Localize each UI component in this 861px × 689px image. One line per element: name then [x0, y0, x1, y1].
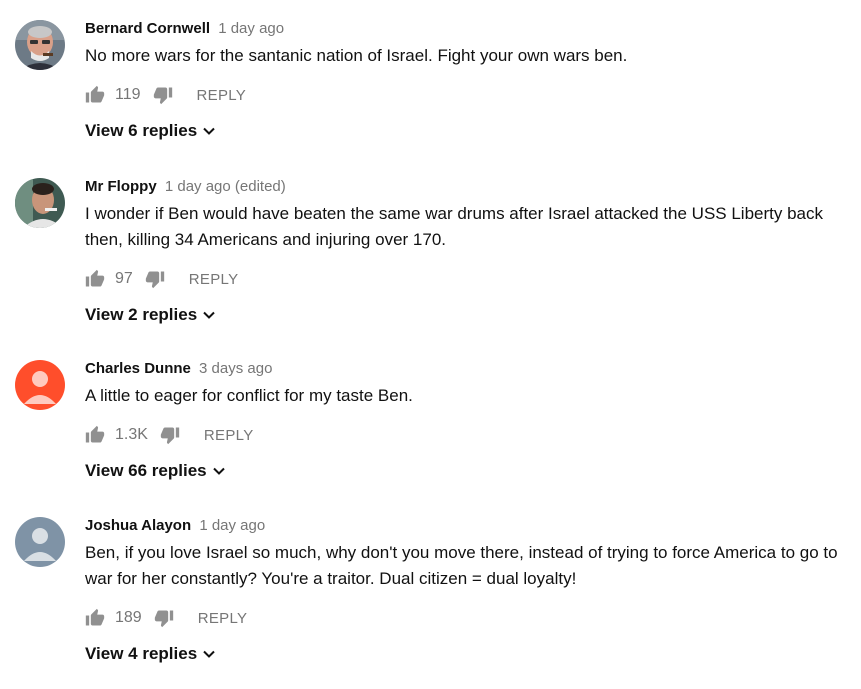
avatar[interactable]: [15, 517, 65, 567]
view-replies-label: View 2 replies: [85, 305, 198, 324]
view-replies-button[interactable]: View 4 replies: [85, 642, 215, 666]
comment-time[interactable]: 1 day ago: [218, 20, 284, 37]
chevron-down-icon: [212, 467, 225, 475]
reply-button[interactable]: REPLY: [204, 427, 254, 444]
avatar-photo: [15, 20, 65, 70]
comment-text: No more wars for the santanic nation of …: [85, 46, 628, 65]
thumbs-down-icon[interactable]: [153, 85, 173, 105]
thumbs-down-icon[interactable]: [154, 608, 174, 628]
comment-actions: 119 REPLY: [85, 83, 841, 107]
comment-time[interactable]: 3 days ago: [199, 360, 272, 377]
like-count: 97: [115, 270, 133, 287]
avatar-photo: [15, 178, 65, 228]
view-replies-label: View 6 replies: [85, 121, 198, 140]
thumbs-up-icon[interactable]: [85, 608, 105, 628]
avatar[interactable]: [15, 178, 65, 228]
default-avatar-icon: [15, 360, 65, 410]
avatar[interactable]: [15, 20, 65, 70]
comment-actions: 97 REPLY: [85, 267, 841, 291]
comment-text: A little to eager for conflict for my ta…: [85, 386, 413, 405]
reply-button[interactable]: REPLY: [197, 87, 247, 104]
like-count: 119: [115, 86, 141, 103]
comment-time[interactable]: 1 day ago: [199, 517, 265, 534]
chevron-down-icon: [203, 650, 215, 658]
view-replies-button[interactable]: View 6 replies: [85, 119, 215, 143]
comment-actions: 189 REPLY: [85, 606, 841, 630]
thumbs-down-icon[interactable]: [145, 269, 165, 289]
comment-text: Ben, if you love Israel so much, why don…: [85, 543, 838, 588]
view-replies-button[interactable]: View 66 replies: [85, 459, 225, 483]
comment-actions: 1.3K REPLY: [85, 423, 841, 447]
avatar[interactable]: [15, 360, 65, 410]
author-name[interactable]: Charles Dunne: [85, 360, 191, 377]
reply-button[interactable]: REPLY: [189, 271, 239, 288]
author-name[interactable]: Bernard Cornwell: [85, 20, 210, 37]
like-count: 189: [115, 609, 142, 626]
author-name[interactable]: Mr Floppy: [85, 178, 157, 195]
comment-text: I wonder if Ben would have beaten the sa…: [85, 204, 823, 249]
author-name[interactable]: Joshua Alayon: [85, 517, 191, 534]
view-replies-label: View 4 replies: [85, 644, 198, 663]
reply-button[interactable]: REPLY: [198, 610, 248, 627]
chevron-down-icon: [203, 311, 215, 319]
thumbs-up-icon[interactable]: [85, 85, 105, 105]
comment-time[interactable]: 1 day ago (edited): [165, 178, 286, 195]
thumbs-down-icon[interactable]: [160, 425, 180, 445]
thumbs-up-icon[interactable]: [85, 425, 105, 445]
default-avatar-icon: [15, 517, 65, 567]
view-replies-label: View 66 replies: [85, 461, 207, 480]
like-count: 1.3K: [115, 426, 148, 443]
thumbs-up-icon[interactable]: [85, 269, 105, 289]
view-replies-button[interactable]: View 2 replies: [85, 303, 215, 327]
chevron-down-icon: [203, 127, 215, 135]
